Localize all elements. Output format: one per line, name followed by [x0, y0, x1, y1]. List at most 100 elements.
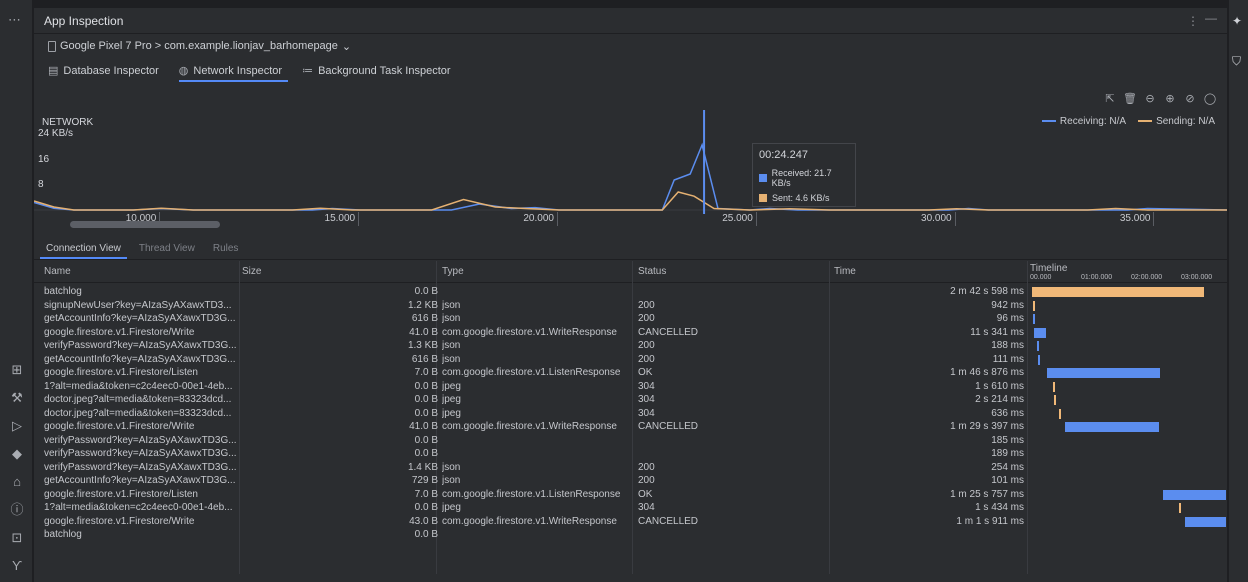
terminal-icon[interactable]: ⊡ [9, 530, 25, 546]
timeline-tick: 03:00.000 [1181, 274, 1213, 281]
cell-name: getAccountInfo?key=AIzaSyAXawxTD3G... [44, 313, 236, 324]
phone-icon [48, 40, 56, 52]
cell-name: verifyPassword?key=AIzaSyAXawxTD3G... [44, 461, 237, 473]
x-tick-label: 35.000 [1114, 212, 1155, 226]
options-menu-icon[interactable]: ⋮ [1187, 14, 1199, 28]
header-name[interactable]: Name [44, 266, 71, 277]
table-row[interactable]: 1?alt=media&token=c2c4eec0-00e1-4eb... 0.… [34, 380, 1227, 394]
table-row[interactable]: getAccountInfo?key=AIzaSyAXawxTD3G... 616… [34, 353, 1227, 367]
cell-size: 0.0 B [414, 394, 438, 405]
run-icon[interactable]: ▷ [9, 418, 25, 434]
app-inspection-icon[interactable]: ⊞ [9, 362, 25, 378]
build-icon[interactable]: ⚒ [9, 390, 25, 406]
tab-thread-view[interactable]: Thread View [133, 243, 201, 259]
shield-icon[interactable]: ⛉ [1232, 54, 1241, 69]
table-row[interactable]: google.firestore.v1.Firestore/Write 41.0 … [34, 326, 1227, 340]
cell-size: 0.0 B [414, 502, 438, 513]
table-row[interactable]: doctor.jpeg?alt=media&token=83323dcd... 0… [34, 407, 1227, 421]
cell-time: 101 ms [991, 475, 1024, 486]
cell-time: 1 s 434 ms [975, 502, 1024, 513]
table-row[interactable]: verifyPassword?key=AIzaSyAXawxTD3G... 0.0… [34, 447, 1227, 461]
table-row[interactable]: google.firestore.v1.Firestore/Write 43.0 … [34, 515, 1227, 529]
cell-status: 304 [638, 394, 655, 405]
timeline-bar [1064, 422, 1160, 432]
cell-time: 185 ms [991, 434, 1024, 446]
table-row[interactable]: google.firestore.v1.Firestore/Listen 7.0 … [34, 366, 1227, 380]
table-header: Name Size Type Status Time Timeline 00.0… [34, 261, 1227, 283]
ai-assistant-icon[interactable]: ✦ [1232, 14, 1242, 28]
table-row[interactable]: google.firestore.v1.Firestore/Write 41.0 … [34, 420, 1227, 434]
tab-rules[interactable]: Rules [207, 243, 245, 259]
header-size[interactable]: Size [242, 266, 261, 277]
table-row[interactable]: doctor.jpeg?alt=media&token=83323dcd... 0… [34, 393, 1227, 407]
chart-scrollbar[interactable] [70, 221, 220, 228]
gem-icon[interactable]: ◆ [9, 446, 25, 462]
cell-type: json [442, 313, 461, 324]
globe-icon: ◍ [178, 65, 189, 77]
table-row[interactable]: verifyPassword?key=AIzaSyAXawxTD3G... 0.0… [34, 434, 1227, 448]
table-row[interactable]: verifyPassword?key=AIzaSyAXawxTD3G... 1.4… [34, 461, 1227, 475]
table-row[interactable]: getAccountInfo?key=AIzaSyAXawxTD3G... 729… [34, 474, 1227, 488]
tab-database-inspector[interactable]: ▤ Database Inspector [48, 64, 165, 82]
header-timeline[interactable]: Timeline 00.000 01:00.000 02:00.000 03:0… [1030, 263, 1226, 284]
cell-time: 1 m 25 s 757 ms [950, 488, 1024, 500]
minimize-icon[interactable]: — [1205, 11, 1217, 25]
tab-background-task-inspector[interactable]: ≔ Background Task Inspector [302, 64, 456, 82]
timeline-tick: 00.000 [1030, 274, 1052, 281]
table-row[interactable]: getAccountInfo?key=AIzaSyAXawxTD3G... 616… [34, 312, 1227, 326]
chart-legend: Receiving: N/A Sending: N/A [1041, 116, 1215, 127]
cell-name: getAccountInfo?key=AIzaSyAXawxTD3G... [44, 475, 236, 486]
cell-name: verifyPassword?key=AIzaSyAXawxTD3G... [44, 340, 237, 351]
cell-size: 0.0 B [414, 529, 438, 540]
header-status[interactable]: Status [638, 266, 666, 277]
cell-status: CANCELLED [638, 515, 699, 527]
timeline-bar [1034, 327, 1047, 338]
table-row[interactable]: google.firestore.v1.Firestore/Listen 7.0 … [34, 488, 1227, 502]
cell-name: google.firestore.v1.Firestore/Listen [44, 488, 198, 500]
header-time[interactable]: Time [834, 266, 856, 277]
cell-type: json [442, 475, 461, 486]
cell-type: jpeg [442, 502, 461, 513]
timeline-tick: 02:00.000 [1131, 274, 1163, 281]
cell-time: 189 ms [991, 448, 1024, 459]
android-icon[interactable]: ⌂ [9, 474, 25, 490]
receiving-series-line [34, 142, 1227, 211]
table-row[interactable]: batchlog 0.0 B 2 m 42 s 598 ms [34, 285, 1227, 299]
cell-size: 0.0 B [414, 407, 438, 419]
cell-name: doctor.jpeg?alt=media&token=83323dcd... [44, 394, 232, 405]
header-type[interactable]: Type [442, 266, 464, 277]
more-icon[interactable]: ⋯ [8, 12, 22, 28]
cell-status: 200 [638, 461, 655, 473]
table-row[interactable]: batchlog 0.0 B [34, 528, 1227, 542]
cell-size: 1.2 KB [407, 299, 438, 311]
git-icon[interactable]: ϒ [9, 558, 25, 574]
tab-network-inspector[interactable]: ◍ Network Inspector [178, 64, 289, 82]
tooltip-sent: Sent: 4.6 KB/s [759, 193, 849, 203]
timeline-ticks: 00.000 01:00.000 02:00.000 03:00.000 [1030, 274, 1226, 284]
cell-time: 636 ms [991, 407, 1024, 419]
table-row[interactable]: signupNewUser?key=AIzaSyAXawxTD3... 1.2 K… [34, 299, 1227, 313]
chevron-down-icon: ⌄ [341, 40, 352, 53]
cell-time: 1 m 46 s 876 ms [950, 367, 1024, 378]
timeline-title: Timeline [1030, 263, 1068, 274]
timeline-bar [1059, 408, 1062, 419]
timeline-bar [1178, 503, 1181, 513]
table-row[interactable]: 1?alt=media&token=c2c4eec0-00e1-4eb... 0.… [34, 501, 1227, 515]
cell-status: 304 [638, 407, 655, 419]
timeline-bar [1037, 354, 1040, 365]
cell-name: verifyPassword?key=AIzaSyAXawxTD3G... [44, 434, 237, 446]
cell-time: 1 m 1 s 911 ms [956, 515, 1024, 527]
database-icon: ▤ [48, 65, 59, 77]
y-tick-label: 16 [38, 154, 50, 165]
table-row[interactable]: verifyPassword?key=AIzaSyAXawxTD3G... 1.3… [34, 339, 1227, 353]
cell-time: 1 m 29 s 397 ms [950, 421, 1024, 432]
cell-size: 616 B [411, 313, 438, 324]
network-chart[interactable]: ⇱ 🗑 ⊖ ⊕ ⊘ ◯ NETWORK 24 KB/s 16 8 Receivi… [34, 86, 1227, 236]
cell-size: 0.0 B [414, 380, 438, 392]
problems-icon[interactable]: ⓘ [9, 502, 25, 518]
tooltip-received: Received: 21.7 KB/s [759, 168, 849, 188]
cell-name: getAccountInfo?key=AIzaSyAXawxTD3G... [44, 353, 236, 365]
tab-connection-view[interactable]: Connection View [40, 243, 127, 259]
cell-size: 7.0 B [414, 367, 438, 378]
device-selector[interactable]: Google Pixel 7 Pro > com.example.lionjav… [34, 34, 1227, 58]
